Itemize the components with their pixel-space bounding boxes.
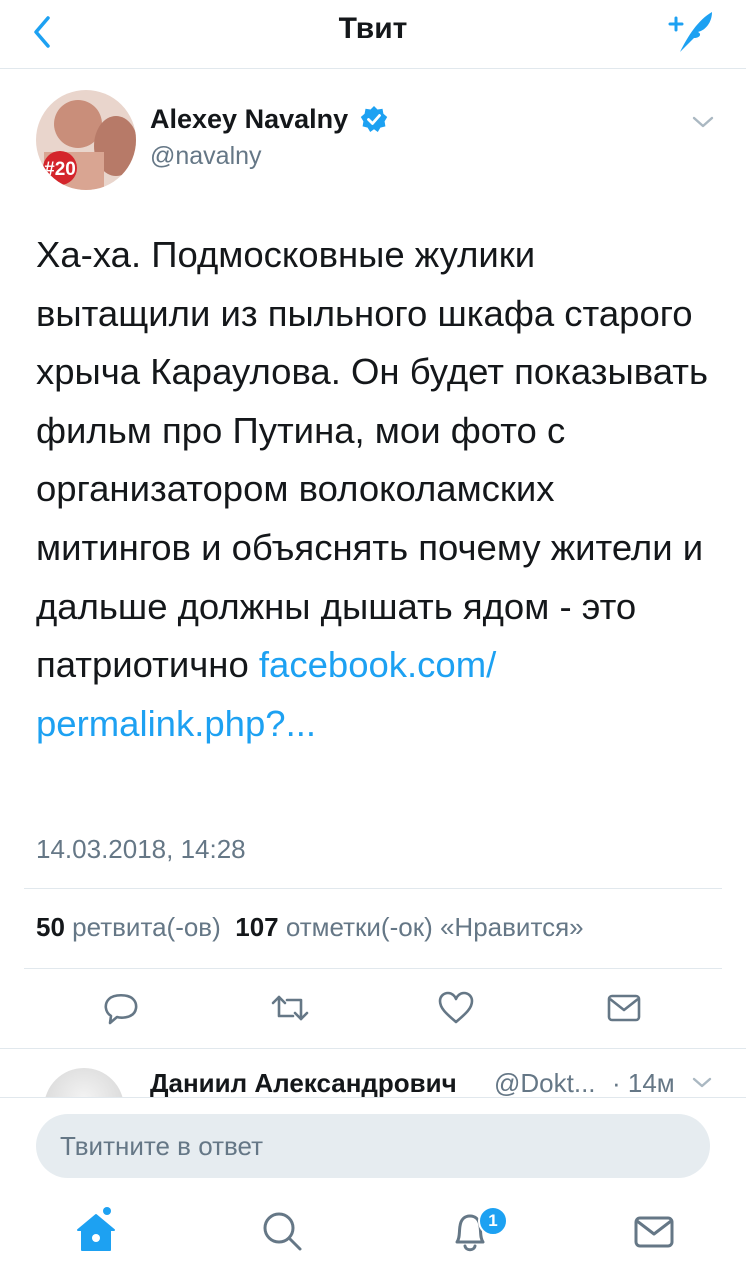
- retweet-button[interactable]: [270, 988, 310, 1028]
- reply-author-handle[interactable]: @Dokt...: [494, 1068, 596, 1099]
- reply-author-name[interactable]: Даниил Александрович: [150, 1068, 457, 1099]
- share-button[interactable]: [604, 988, 644, 1028]
- retweet-icon: [271, 995, 309, 1021]
- author-name[interactable]: Alexey Navalny: [150, 104, 348, 135]
- retweet-count: 50: [36, 912, 65, 942]
- retweets-stat[interactable]: 50 ретвита(-ов): [36, 912, 221, 942]
- compose-tweet-icon: [668, 12, 712, 52]
- tweet-stats: 50 ретвита(-ов) 107 отметки(-ок) «Нравит…: [36, 912, 584, 943]
- likes-stat[interactable]: 107 отметки(-ок) «Нравится»: [235, 912, 583, 942]
- author-photo: #20: [36, 90, 136, 190]
- tweet-timestamp: 14.03.2018, 14:28: [36, 834, 246, 864]
- reply-input[interactable]: [36, 1114, 710, 1178]
- like-count: 107: [235, 912, 279, 942]
- compose-tweet-button[interactable]: [660, 6, 720, 56]
- reply-icon: [104, 993, 138, 1025]
- avatar[interactable]: #20: [36, 90, 136, 190]
- tab-search[interactable]: [256, 1206, 308, 1258]
- like-button[interactable]: [436, 988, 476, 1028]
- verified-badge-icon: [360, 105, 388, 133]
- like-label: отметки(-ок) «Нравится»: [285, 912, 584, 942]
- tweet-text: Ха-ха. Подмосковные жулики вытащили из п…: [36, 226, 716, 753]
- notification-badge: 1: [478, 1206, 508, 1236]
- chevron-down-icon: [692, 1077, 712, 1088]
- divider: [0, 1048, 746, 1049]
- reply-menu-button[interactable]: [690, 1073, 714, 1093]
- tweet-menu-button[interactable]: [686, 110, 720, 134]
- avatar-badge: #20: [44, 159, 76, 180]
- reply-button[interactable]: [101, 988, 141, 1028]
- home-icon: [77, 1207, 115, 1251]
- divider: [24, 888, 722, 889]
- reply-time: · 14м: [612, 1068, 675, 1098]
- messages-icon: [634, 1216, 674, 1248]
- retweet-label: ретвита(-ов): [72, 912, 221, 942]
- tab-messages[interactable]: [628, 1206, 680, 1258]
- page-title: Твит: [338, 12, 408, 45]
- search-icon: [263, 1212, 302, 1251]
- tweet-body: Ха-ха. Подмосковные жулики вытащили из п…: [36, 234, 708, 686]
- like-icon: [438, 991, 474, 1024]
- divider: [24, 968, 722, 969]
- chevron-down-icon: [692, 116, 714, 128]
- author-handle[interactable]: @navalny: [150, 142, 262, 171]
- tab-home[interactable]: [70, 1206, 122, 1258]
- share-icon: [607, 994, 641, 1022]
